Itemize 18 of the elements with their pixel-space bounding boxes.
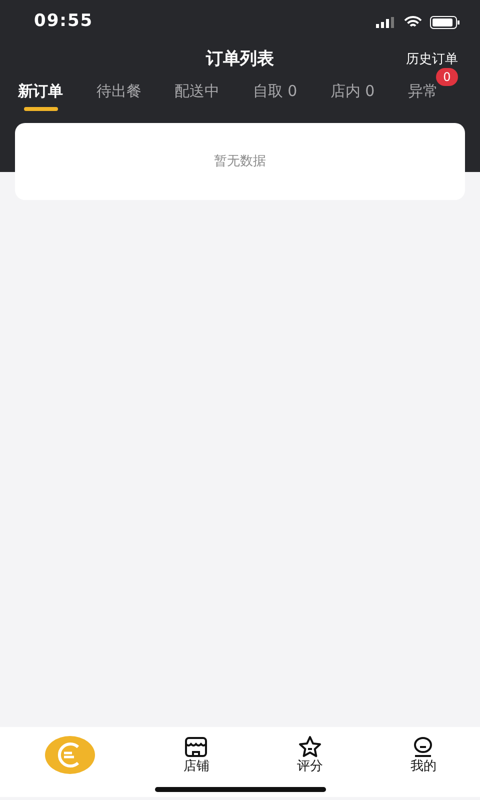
battery-icon <box>430 16 460 28</box>
order-tab[interactable]: 店内 0 <box>330 80 375 110</box>
order-tab[interactable]: 新订单 <box>18 80 63 110</box>
empty-message: 暂无数据 <box>214 152 266 171</box>
nav-tab[interactable]: 我的 <box>410 735 436 776</box>
page-title: 订单列表 <box>206 48 274 72</box>
status-time: 09:55 <box>34 10 94 34</box>
nav-tab[interactable]: 评分 <box>296 735 323 776</box>
order-tab[interactable]: 配送中 <box>174 80 220 110</box>
count-badge: 0 <box>436 68 458 86</box>
order-tab[interactable]: 异常 0 <box>408 68 458 110</box>
history-orders-link[interactable]: 历史订单 <box>406 50 458 70</box>
nav-tab[interactable]: 店铺 <box>183 735 210 776</box>
order-tab[interactable]: 自取 0 <box>252 80 298 110</box>
signal-icon <box>376 16 396 28</box>
orders-nav-button[interactable] <box>44 735 96 775</box>
wifi-icon <box>404 16 422 28</box>
order-tab[interactable]: 待出餐 <box>96 80 142 110</box>
